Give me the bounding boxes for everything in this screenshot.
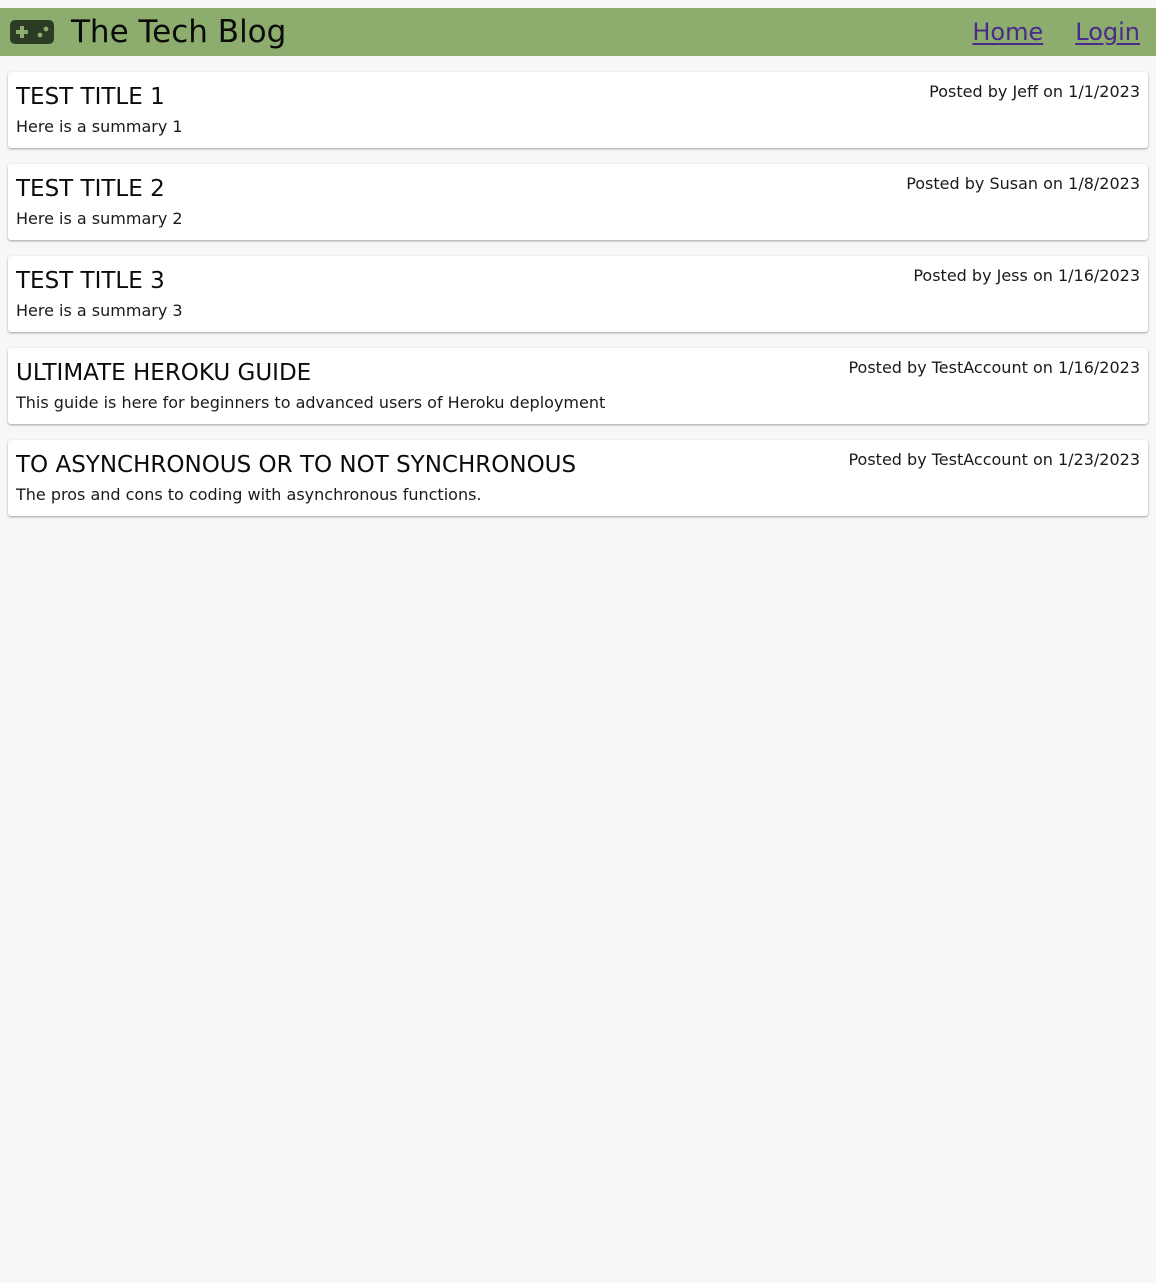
post-card[interactable]: TEST TITLE 1 Posted by Jeff on 1/1/2023 …: [8, 72, 1148, 148]
nav-login-link[interactable]: Login: [1075, 12, 1140, 52]
post-summary: This guide is here for beginners to adva…: [16, 393, 606, 412]
post-meta: Posted by TestAccount on 1/23/2023: [848, 450, 1140, 469]
post-card[interactable]: ULTIMATE HEROKU GUIDE Posted by TestAcco…: [8, 348, 1148, 424]
main-nav: Home Login: [972, 12, 1140, 52]
post-title[interactable]: TEST TITLE 3: [16, 266, 165, 296]
post-summary: Here is a summary 1: [16, 117, 183, 136]
site-title: The Tech Blog: [71, 14, 287, 50]
post-summary: The pros and cons to coding with asynchr…: [16, 485, 482, 504]
post-summary: Here is a summary 3: [16, 301, 183, 320]
post-card[interactable]: TEST TITLE 3 Posted by Jess on 1/16/2023…: [8, 256, 1148, 332]
post-title[interactable]: TEST TITLE 2: [16, 174, 165, 204]
site-header: The Tech Blog Home Login: [0, 8, 1156, 56]
post-summary: Here is a summary 2: [16, 209, 183, 228]
post-meta: Posted by Jeff on 1/1/2023: [929, 82, 1140, 101]
post-meta: Posted by TestAccount on 1/16/2023: [848, 358, 1140, 377]
post-meta: Posted by Susan on 1/8/2023: [906, 174, 1140, 193]
post-title[interactable]: ULTIMATE HEROKU GUIDE: [16, 358, 311, 388]
post-card[interactable]: TO ASYNCHRONOUS OR TO NOT SYNCHRONOUS Po…: [8, 440, 1148, 516]
post-meta: Posted by Jess on 1/16/2023: [913, 266, 1140, 285]
post-title[interactable]: TEST TITLE 1: [16, 82, 165, 112]
nav-home-link[interactable]: Home: [972, 12, 1043, 52]
post-title[interactable]: TO ASYNCHRONOUS OR TO NOT SYNCHRONOUS: [16, 450, 576, 480]
post-card[interactable]: TEST TITLE 2 Posted by Susan on 1/8/2023…: [8, 164, 1148, 240]
post-list: TEST TITLE 1 Posted by Jeff on 1/1/2023 …: [8, 72, 1148, 532]
gamepad-icon: [10, 20, 54, 44]
